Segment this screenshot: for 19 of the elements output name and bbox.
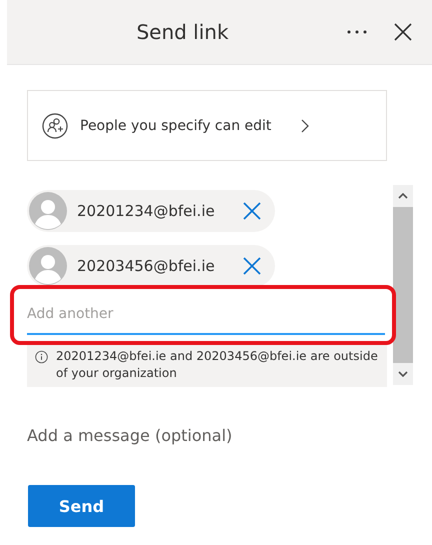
permission-button[interactable]: People you specify can edit (27, 90, 387, 161)
info-icon (35, 348, 48, 366)
avatar-icon (29, 247, 67, 285)
remove-icon[interactable] (242, 257, 261, 275)
scroll-thumb[interactable] (393, 207, 413, 363)
notice-text: 20201234@bfei.ie and 20203456@bfei.ie are outside of your organization (56, 348, 379, 382)
close-icon[interactable] (394, 23, 412, 41)
scroll-up-icon[interactable] (398, 193, 408, 199)
people-add-icon (42, 112, 68, 138)
chevron-right-icon (301, 118, 310, 132)
scrollbar[interactable] (393, 185, 413, 385)
recipient-email: 20203456@bfei.ie (77, 257, 215, 275)
more-options-icon[interactable] (346, 29, 368, 35)
recipient-email: 20201234@bfei.ie (77, 202, 215, 220)
send-button[interactable]: Send (28, 485, 135, 527)
remove-icon[interactable] (242, 202, 261, 220)
scroll-down-icon[interactable] (398, 371, 408, 377)
avatar-icon (29, 192, 67, 230)
dialog-title: Send link (135, 20, 230, 44)
